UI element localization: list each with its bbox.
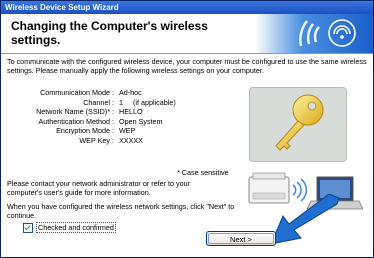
setting-label: Network Name (SSID)* : bbox=[36, 107, 114, 117]
key-illustration bbox=[249, 87, 347, 162]
setting-row: Communication Mode : Ad-hoc bbox=[7, 88, 247, 98]
setting-row: Channel : 1 (if applicable) bbox=[7, 98, 247, 108]
wizard-window: Wireless Device Setup Wizard Changing th… bbox=[0, 0, 374, 258]
setting-row: Encryption Mode : WEP bbox=[7, 126, 247, 136]
wizard-header: Changing the Computer's wireless setting… bbox=[1, 14, 373, 53]
title-bar: Wireless Device Setup Wizard bbox=[1, 1, 373, 14]
settings-list: Communication Mode : Ad-hoc Channel : 1 … bbox=[7, 88, 247, 146]
key-icon bbox=[275, 94, 324, 151]
setting-row: WEP Key : XXXXX bbox=[7, 136, 247, 146]
window-title: Wireless Device Setup Wizard bbox=[5, 3, 119, 12]
page-title: Changing the Computer's wireless setting… bbox=[11, 19, 208, 47]
next-button[interactable]: Next > bbox=[206, 231, 276, 246]
setting-value: XXXXX bbox=[119, 135, 143, 145]
contact-text: Please contact your network administrato… bbox=[7, 179, 190, 197]
confirm-checkbox[interactable] bbox=[23, 222, 33, 233]
confirm-checkbox-label: Checked and confirmed bbox=[36, 222, 116, 233]
continue-instructions: When you have configured the wireless ne… bbox=[7, 202, 235, 220]
confirm-checkbox-row[interactable]: Checked and confirmed bbox=[23, 222, 116, 233]
setting-value: WEP bbox=[119, 126, 136, 136]
wireless-signal-icon bbox=[299, 19, 356, 47]
setting-value: Open System bbox=[119, 116, 163, 126]
setting-value: 1 (if applicable) bbox=[119, 97, 176, 107]
intro-text: To communicate with the configured wirel… bbox=[7, 57, 367, 75]
wizard-content: To communicate with the configured wirel… bbox=[1, 54, 373, 257]
setting-value: HELLO bbox=[119, 107, 143, 117]
setting-value: Ad-hoc bbox=[119, 88, 142, 97]
setting-row: Authentication Method : Open System bbox=[7, 117, 247, 127]
setting-label: Authentication Method : bbox=[38, 116, 114, 126]
case-sensitive-note: * Case sensitive bbox=[177, 168, 229, 177]
setting-label: Communication Mode : bbox=[40, 88, 114, 97]
setting-label: WEP Key : bbox=[79, 135, 114, 145]
pointer-arrow-icon bbox=[270, 194, 340, 245]
setting-row: Network Name (SSID)* : HELLO bbox=[7, 107, 247, 117]
setting-label: Channel : bbox=[83, 97, 114, 107]
setting-label: Encryption Mode : bbox=[56, 126, 114, 136]
next-button-label: Next > bbox=[230, 235, 252, 244]
